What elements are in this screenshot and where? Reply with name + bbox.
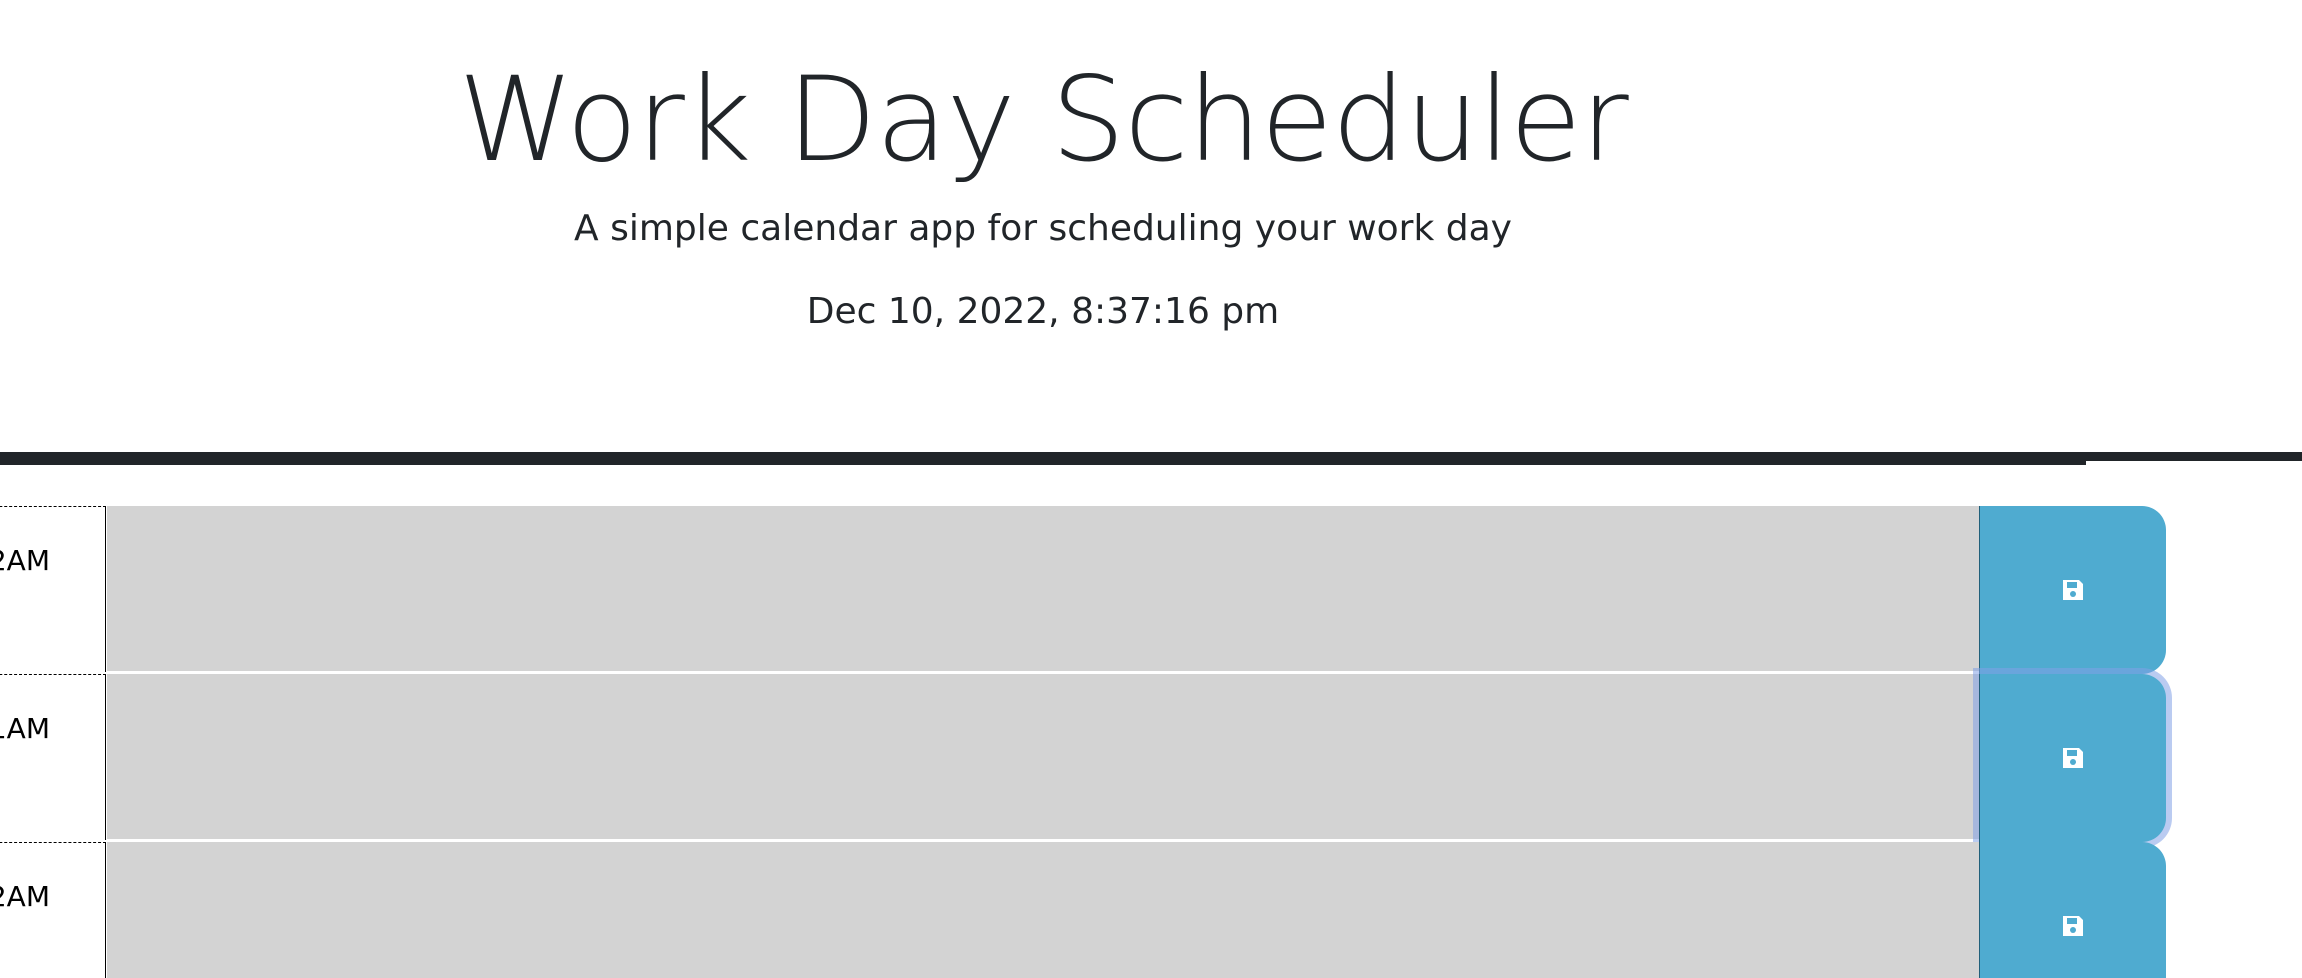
schedule-container: 12AM 1AM 2AM [0,506,2302,978]
time-block: 12AM [0,506,2302,674]
save-button[interactable] [1979,674,2166,842]
header-divider [0,452,2302,461]
current-datetime: Dec 10, 2022, 8:37:16 pm [806,291,1280,332]
page-subtitle: A simple calendar app for scheduling you… [574,208,1512,249]
hour-label: 2AM [0,842,106,978]
save-icon [2063,916,2083,936]
time-block: 2AM [0,842,2302,978]
header: Work Day Scheduler A simple calendar app… [0,0,2086,465]
time-block: 1AM [0,674,2302,842]
description-input[interactable] [107,506,1979,672]
save-button[interactable] [1979,506,2166,674]
description-input[interactable] [107,842,1979,978]
save-icon [2063,580,2083,600]
save-button[interactable] [1979,842,2166,978]
hour-label: 1AM [0,674,106,840]
page-title: Work Day Scheduler [458,51,1628,188]
page: Work Day Scheduler A simple calendar app… [0,0,2302,978]
hour-label: 12AM [0,506,106,672]
description-input[interactable] [107,674,1979,840]
save-icon [2063,748,2083,768]
